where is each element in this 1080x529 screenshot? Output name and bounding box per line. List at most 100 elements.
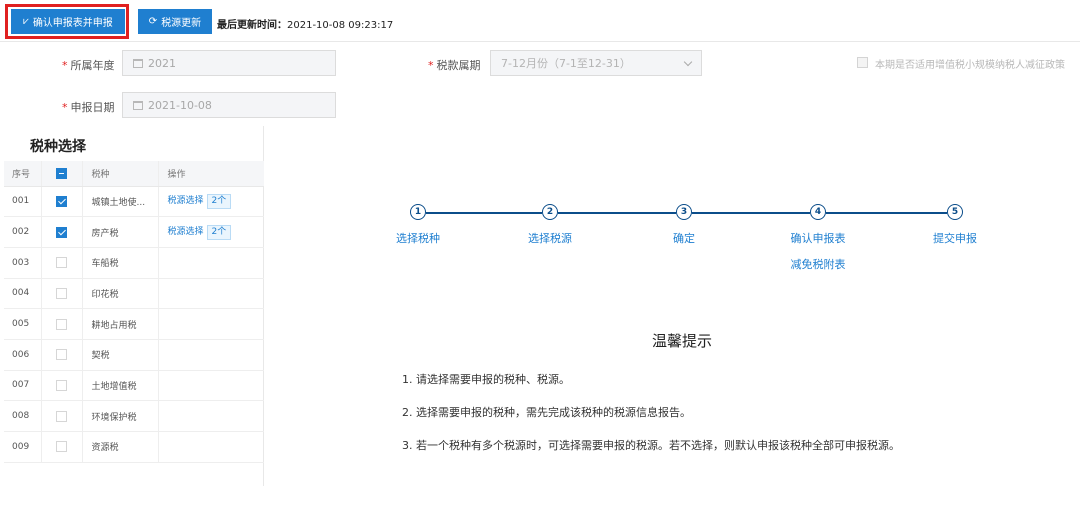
row-operation: 税源选择 2个: [158, 186, 264, 218]
declare-date-field[interactable]: 2021-10-08: [122, 92, 336, 118]
step-1-label: 选择税种: [396, 232, 440, 245]
tip-item-1: 1. 请选择需要申报的税种、税源。: [402, 373, 570, 386]
row-checkbox[interactable]: [56, 410, 67, 422]
chevron-down-icon: [683, 57, 693, 67]
send-icon: ⩗: [23, 15, 29, 27]
row-checkbox[interactable]: [56, 379, 67, 391]
table-row[interactable]: 007 土地增值税: [4, 370, 264, 402]
col-no: 序号: [4, 161, 42, 187]
row-checkbox[interactable]: [56, 226, 67, 238]
table-row[interactable]: 006 契税: [4, 339, 264, 371]
required-mark: *: [428, 59, 434, 72]
step-2-circle: 2: [542, 204, 558, 220]
step-connector: [426, 212, 542, 214]
step-4-sublabel: 减免税附表: [790, 258, 846, 271]
row-tax-name: 土地增值税: [82, 370, 159, 402]
small-taxpayer-checkbox[interactable]: [857, 57, 868, 68]
period-label: * 税款属期: [428, 57, 481, 73]
tax-source-count-badge: 2个: [206, 225, 232, 241]
step-connector: [826, 212, 947, 214]
table-row[interactable]: 009 资源税: [4, 431, 264, 463]
tax-source-select-link[interactable]: 税源选择: [168, 227, 204, 237]
row-checkbox-cell: [41, 247, 83, 279]
row-no: 007: [4, 370, 42, 402]
row-operation: [158, 370, 264, 402]
table-header: 序号 税种 操作: [4, 161, 264, 187]
year-field[interactable]: 2021: [122, 50, 336, 76]
row-tax-name: 契税: [82, 339, 159, 371]
col-select-all: [41, 161, 83, 187]
refresh-button-label: 税源更新: [161, 18, 202, 29]
row-operation: [158, 339, 264, 371]
declare-date-label: * 申报日期: [62, 99, 115, 115]
refresh-icon: ⟳: [148, 15, 158, 27]
confirm-and-declare-button[interactable]: ⩗ 确认申报表并申报: [11, 9, 125, 34]
period-select-value: 7-12月份（7-1至12-31）: [501, 57, 631, 70]
row-checkbox[interactable]: [56, 441, 67, 453]
step-1-circle: 1: [410, 204, 426, 220]
row-operation: [158, 278, 264, 310]
last-update-time: 最后更新时间：2021-10-08 09:23:17: [217, 16, 393, 31]
row-tax-name: 车船税: [82, 247, 159, 279]
step-connector: [558, 212, 676, 214]
row-checkbox[interactable]: [56, 257, 67, 269]
calendar-icon: [133, 58, 143, 68]
confirm-button-label: 确认申报表并申报: [32, 18, 113, 29]
row-checkbox-cell: [41, 400, 83, 432]
row-operation: [158, 431, 264, 463]
step-3-circle: 3: [676, 204, 692, 220]
row-checkbox[interactable]: [56, 318, 67, 330]
declare-date-label-text: 申报日期: [70, 101, 115, 114]
table-row[interactable]: 004 印花税: [4, 278, 264, 310]
row-no: 003: [4, 247, 42, 279]
tax-selection-panel: 税种选择 序号 税种 操作 001 城镇土地使... 税源选择 2个 002 房产税 税源选…: [0, 126, 264, 486]
row-checkbox[interactable]: [56, 195, 67, 207]
row-no: 009: [4, 431, 42, 463]
update-time-value: 2021-10-08 09:23:17: [287, 20, 394, 31]
table-row[interactable]: 003 车船税: [4, 247, 264, 279]
tips-title: 温馨提示: [652, 332, 713, 350]
tip-item-2: 2. 选择需要申报的税种，需先完成该税种的税源信息报告。: [402, 406, 691, 419]
panel-title: 税种选择: [30, 139, 86, 155]
row-checkbox-cell: [41, 308, 83, 340]
row-no: 001: [4, 186, 42, 218]
row-no: 006: [4, 339, 42, 371]
row-tax-name: 环境保护税: [82, 400, 159, 432]
row-no: 002: [4, 216, 42, 248]
row-checkbox-cell: [41, 370, 83, 402]
step-4-circle: 4: [810, 204, 826, 220]
period-select[interactable]: 7-12月份（7-1至12-31）: [490, 50, 702, 76]
row-operation: [158, 400, 264, 432]
tax-table: 序号 税种 操作 001 城镇土地使... 税源选择 2个 002 房产税 税源选择 2个 00…: [4, 161, 264, 463]
row-tax-name: 城镇土地使...: [82, 186, 159, 218]
row-tax-name: 资源税: [82, 431, 159, 463]
row-checkbox[interactable]: [56, 287, 67, 299]
row-no: 008: [4, 400, 42, 432]
refresh-tax-source-button[interactable]: ⟳ 税源更新: [138, 9, 212, 34]
col-operation: 操作: [158, 161, 264, 187]
select-all-checkbox[interactable]: [56, 167, 67, 179]
row-operation: [158, 247, 264, 279]
step-4-label: 确认申报表: [790, 232, 846, 245]
year-label-text: 所属年度: [70, 59, 115, 72]
year-field-value: 2021: [148, 56, 176, 70]
calendar-icon: [133, 100, 143, 110]
tax-source-count-badge: 2个: [206, 194, 232, 210]
required-mark: *: [62, 101, 68, 114]
col-tax-type: 税种: [82, 161, 159, 187]
table-row[interactable]: 008 环境保护税: [4, 400, 264, 432]
row-checkbox-cell: [41, 339, 83, 371]
update-time-label: 最后更新时间：: [217, 20, 287, 31]
row-checkbox[interactable]: [56, 349, 67, 361]
tax-source-select-link[interactable]: 税源选择: [168, 196, 204, 206]
row-tax-name: 耕地占用税: [82, 308, 159, 340]
row-no: 004: [4, 278, 42, 310]
small-taxpayer-label: 本期是否适用增值税小规模纳税人减征政策: [875, 60, 1065, 71]
table-row[interactable]: 001 城镇土地使... 税源选择 2个: [4, 186, 264, 218]
row-tax-name: 房产税: [82, 216, 159, 248]
table-row[interactable]: 005 耕地占用税: [4, 308, 264, 340]
row-checkbox-cell: [41, 278, 83, 310]
row-checkbox-cell: [41, 431, 83, 463]
row-checkbox-cell: [41, 186, 83, 218]
table-row[interactable]: 002 房产税 税源选择 2个: [4, 216, 264, 248]
